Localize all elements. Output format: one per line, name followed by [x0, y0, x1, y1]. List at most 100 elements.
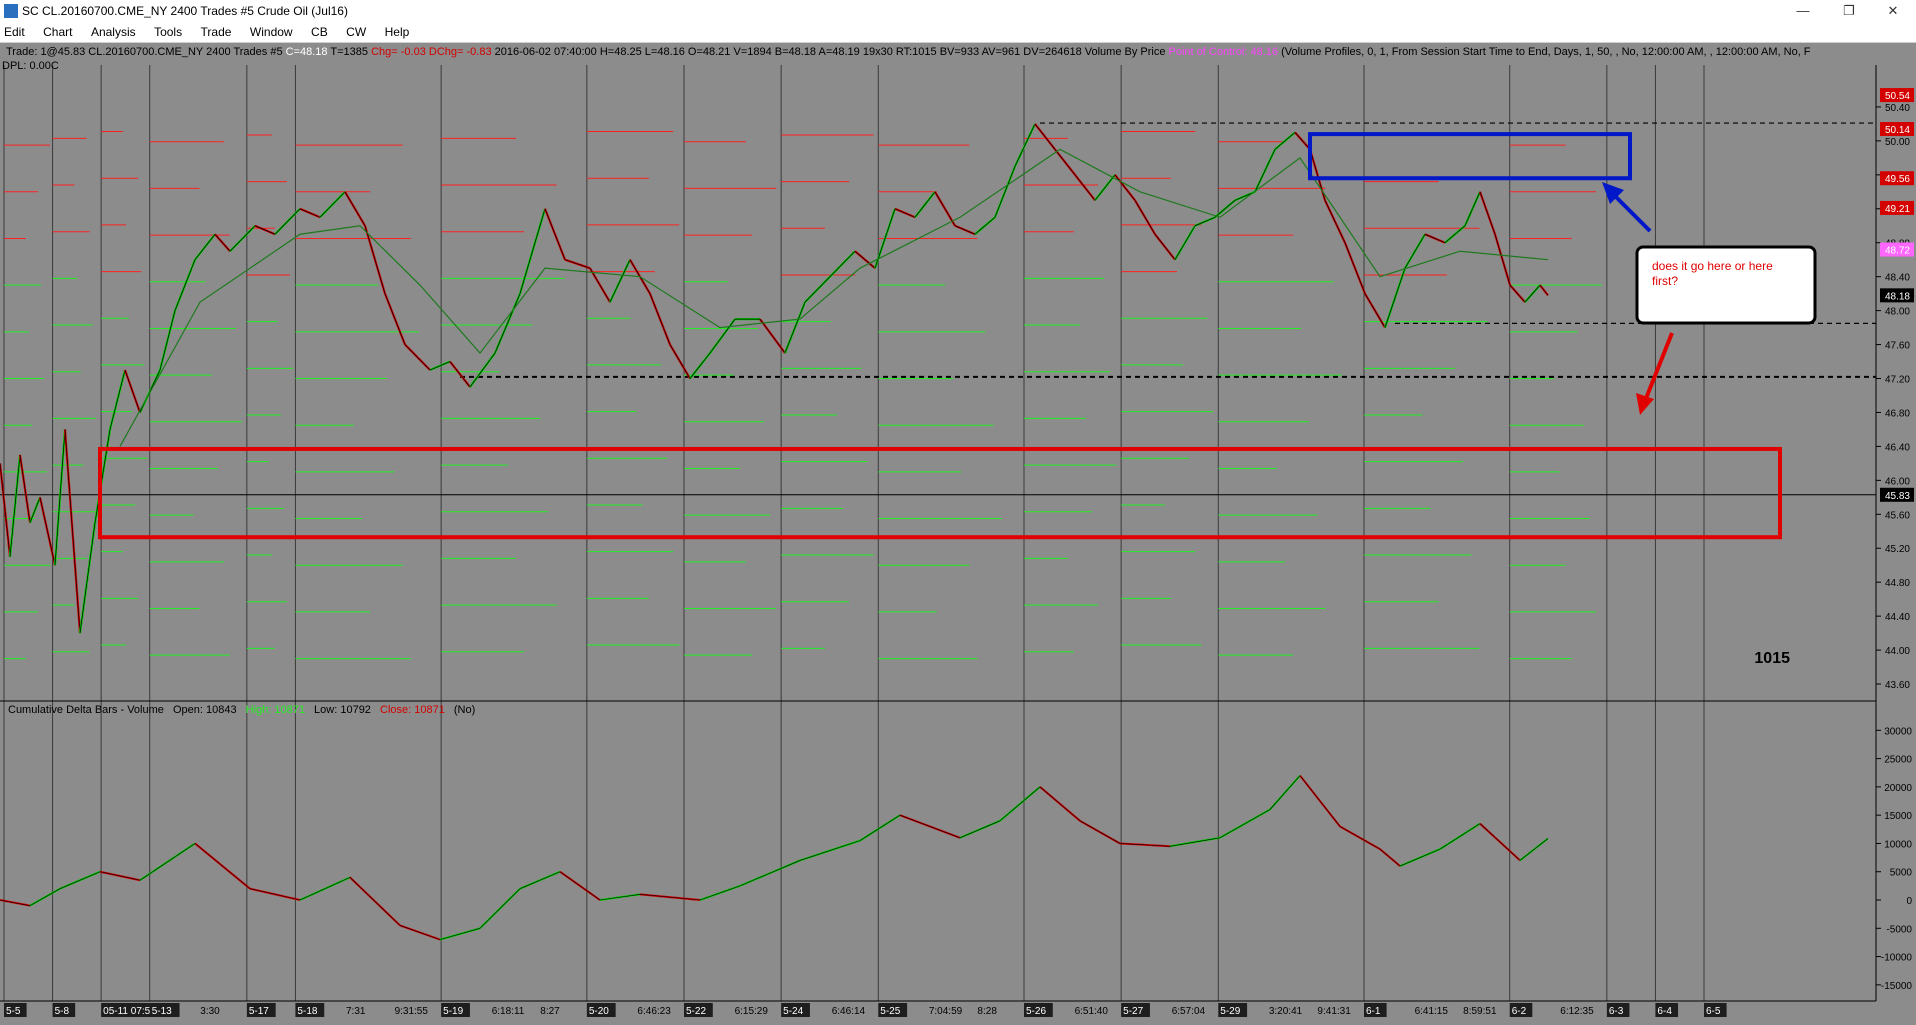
price-axis-label: 46.40 [1885, 442, 1910, 453]
time-tick-label: 6:51:40 [1075, 1006, 1109, 1017]
price-tag-label: 50.54 [1885, 91, 1910, 102]
time-tick-label: 5-20 [589, 1006, 609, 1017]
time-tick-label: 6:18:11 [492, 1006, 525, 1017]
chart-area[interactable]: 50.4050.0049.6049.2048.8048.4048.0047.60… [0, 43, 1916, 1020]
header-chg: Chg= -0.03 [371, 46, 426, 58]
price-tag-label: 48.72 [1885, 246, 1910, 257]
menu-edit[interactable]: Edit [0, 22, 32, 42]
header-part3: (Volume Profiles, 0, 1, From Session Sta… [1281, 46, 1811, 58]
annotation-text-line-1: does it go here or here [1652, 259, 1773, 273]
header-part2: 2016-06-02 07:40:00 H=48.25 L=48.16 O=48… [495, 46, 1166, 58]
header-info: Trade: 1@45.83 CL.20160700.CME_NY 2400 T… [6, 46, 1811, 58]
time-tick-label: 5-25 [880, 1006, 900, 1017]
header-dpl: DPL: 0.00C [2, 60, 59, 72]
subgraph-low: Low: 10792 [314, 704, 371, 716]
price-axis-label: 45.60 [1885, 510, 1910, 521]
delta-axis-label: 0 [1906, 896, 1912, 907]
price-axis-label: 44.80 [1885, 578, 1910, 589]
price-axis-label: 48.40 [1885, 273, 1910, 284]
price-axis-label: 48.00 [1885, 307, 1910, 318]
restore-button[interactable]: ❐ [1826, 0, 1872, 22]
header-poc: Point of Control: 48.16 [1169, 46, 1278, 58]
header-t-value: T=1385 [330, 46, 368, 58]
time-tick-label: 5-13 [152, 1006, 172, 1017]
time-tick-label: 5-29 [1220, 1006, 1240, 1017]
time-tick-label: 8:27 [540, 1006, 560, 1017]
menu-bar: Edit Chart Analysis Tools Trade Window C… [0, 22, 1916, 43]
time-tick-label: 3:20:41 [1269, 1006, 1303, 1017]
delta-axis-label: 30000 [1884, 726, 1912, 737]
price-axis-label: 43.60 [1885, 680, 1910, 691]
price-axis-label: 50.00 [1885, 137, 1910, 148]
price-axis-label: 45.20 [1885, 544, 1910, 555]
subgraph-close: Close: 10871 [380, 704, 445, 716]
price-axis-label: 47.60 [1885, 341, 1910, 352]
time-tick-label: 6-1 [1366, 1006, 1381, 1017]
time-tick-label: 5-5 [6, 1006, 21, 1017]
header-dchg: DChg= -0.83 [429, 46, 492, 58]
app-icon [4, 4, 18, 18]
menu-chart[interactable]: Chart [36, 22, 79, 42]
menu-help[interactable]: Help [378, 22, 417, 42]
chart-background [0, 43, 1916, 1020]
price-axis-label: 46.00 [1885, 476, 1910, 487]
header-close-value: C=48.18 [286, 46, 328, 58]
price-tag-label: 49.21 [1885, 204, 1910, 215]
delta-axis-label: 15000 [1884, 811, 1912, 822]
time-tick-label: 5-19 [443, 1006, 463, 1017]
annotation-text-line-2: first? [1652, 274, 1678, 288]
time-tick-label: 5-22 [686, 1006, 706, 1017]
delta-axis-label: 20000 [1884, 783, 1912, 794]
subgraph-no: (No) [454, 704, 475, 716]
time-tick-label: 7:04:59 [929, 1006, 963, 1017]
chart-canvas[interactable]: 50.4050.0049.6049.2048.8048.4048.0047.60… [0, 43, 1916, 1020]
delta-axis-label: 10000 [1884, 839, 1912, 850]
delta-axis-label: 25000 [1884, 755, 1912, 766]
time-tick-label: 6:12:35 [1560, 1006, 1594, 1017]
price-tag-label: 50.14 [1885, 125, 1910, 136]
header-part1: Trade: 1@45.83 CL.20160700.CME_NY 2400 T… [6, 46, 283, 58]
delta-axis-label: -15000 [1881, 981, 1913, 992]
time-tick-label: 05-11 07:50 [103, 1006, 156, 1017]
time-tick-label: 6:41:15 [1415, 1006, 1449, 1017]
time-tick-label: 6:57:04 [1172, 1006, 1206, 1017]
time-tick-label: 5-27 [1123, 1006, 1143, 1017]
annotation-number: 1015 [1754, 650, 1790, 667]
time-tick-label: 9:41:31 [1317, 1006, 1351, 1017]
price-tag-label: 49.56 [1885, 174, 1910, 185]
time-tick-label: 3:30 [200, 1006, 220, 1017]
time-tick-label: 6-3 [1609, 1006, 1624, 1017]
close-button[interactable]: ✕ [1870, 0, 1916, 22]
subgraph-label: Cumulative Delta Bars - Volume [8, 704, 164, 716]
time-tick-label: 5-24 [783, 1006, 803, 1017]
time-tick-label: 5-17 [249, 1006, 269, 1017]
time-tick-label: 6:15:29 [735, 1006, 769, 1017]
price-axis-label: 46.80 [1885, 408, 1910, 419]
time-tick-label: 6-4 [1657, 1006, 1672, 1017]
menu-cw[interactable]: CW [339, 22, 373, 42]
delta-axis-label: 5000 [1890, 868, 1913, 879]
subgraph-open: Open: 10843 [173, 704, 237, 716]
time-tick-label: 5-26 [1026, 1006, 1046, 1017]
time-tick-label: 7:31 [346, 1006, 366, 1017]
time-tick-label: 9:31:55 [395, 1006, 429, 1017]
time-tick-label: 5-18 [297, 1006, 317, 1017]
delta-axis-label: -10000 [1881, 953, 1913, 964]
delta-axis-label: -5000 [1886, 924, 1912, 935]
minimize-button[interactable]: — [1780, 0, 1826, 22]
time-tick-label: 6:46:14 [832, 1006, 866, 1017]
time-tick-label: 8:59:51 [1463, 1006, 1497, 1017]
price-axis-label: 44.00 [1885, 646, 1910, 657]
menu-analysis[interactable]: Analysis [84, 22, 143, 42]
time-tick-label: 5-8 [55, 1006, 70, 1017]
price-tag-label: 48.18 [1885, 291, 1910, 302]
time-tick-label: 6:46:23 [637, 1006, 671, 1017]
menu-tools[interactable]: Tools [147, 22, 189, 42]
time-tick-label: 6-5 [1706, 1006, 1721, 1017]
subgraph-high: High: 10871 [246, 704, 305, 716]
menu-cb[interactable]: CB [304, 22, 335, 42]
menu-window[interactable]: Window [243, 22, 300, 42]
menu-trade[interactable]: Trade [194, 22, 239, 42]
time-tick-label: 6-2 [1512, 1006, 1527, 1017]
price-axis-label: 44.40 [1885, 612, 1910, 623]
